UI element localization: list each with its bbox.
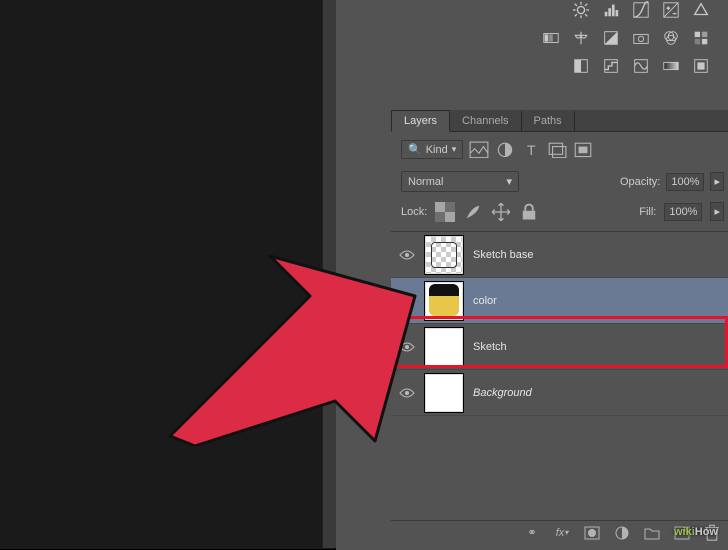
levels-icon[interactable] [600,0,622,20]
filter-smart-icon[interactable] [573,141,593,159]
blend-mode-select[interactable]: Normal ▾ [401,171,519,192]
folder-icon[interactable] [644,525,660,541]
balance-icon[interactable] [570,28,592,48]
watermark-pre: wiki [674,526,695,538]
lock-all-icon[interactable] [519,203,539,221]
panels: Layers Channels Paths 🔍 Kind ▾ T Normal [336,0,728,550]
tab-paths[interactable]: Paths [522,111,575,131]
layer-name[interactable]: Sketch [473,341,507,353]
posterize-icon[interactable] [600,56,622,76]
adjustment-icon[interactable] [614,525,630,541]
panel-tabs: Layers Channels Paths [391,110,728,132]
photo-filter-icon[interactable] [630,28,652,48]
filter-pixel-icon[interactable] [469,141,489,159]
hue-icon[interactable] [540,28,562,48]
filter-type-icon[interactable]: T [521,141,541,159]
canvas-area [0,0,336,550]
layer-name[interactable]: color [473,295,497,307]
layer-name[interactable]: Background [473,387,532,399]
mask-icon[interactable] [584,525,600,541]
filter-kind-dropdown[interactable]: 🔍 Kind ▾ [401,140,463,159]
layer-filter-row: 🔍 Kind ▾ T [391,132,728,167]
adjustments-panel [398,0,728,80]
visibility-icon[interactable] [399,339,415,355]
visibility-icon[interactable] [399,247,415,263]
lock-row: Lock: Fill: 100% ▸ [391,196,728,232]
vibrance-icon[interactable] [690,0,712,20]
opacity-stepper[interactable]: ▸ [710,172,724,191]
selective-color-icon[interactable] [690,56,712,76]
layer-row[interactable]: Sketch base [391,232,728,278]
blend-mode-value: Normal [408,176,443,188]
search-icon: 🔍 [408,143,422,156]
chevron-down-icon: ▾ [506,175,512,188]
layer-name[interactable]: Sketch base [473,249,534,261]
blend-row: Normal ▾ Opacity: 100% ▸ [391,167,728,196]
color-lookup-icon[interactable] [690,28,712,48]
layer-thumbnail[interactable] [425,328,463,366]
layer-thumbnail[interactable] [425,236,463,274]
layer-row[interactable]: Sketch [391,324,728,370]
lock-position-icon[interactable] [491,203,511,221]
threshold-icon[interactable] [630,56,652,76]
layer-row[interactable]: Background [391,370,728,416]
tab-layers[interactable]: Layers [391,110,450,132]
visibility-icon[interactable] [399,385,415,401]
filter-kind-label: Kind [426,144,448,156]
watermark: wikiHow [674,524,718,540]
exposure-icon[interactable] [660,0,682,20]
gradient-map-icon[interactable] [660,56,682,76]
layer-thumbnail[interactable] [425,374,463,412]
fill-label: Fill: [639,206,656,218]
chevron-down-icon: ▾ [452,144,457,155]
curves-icon[interactable] [630,0,652,20]
fill-value[interactable]: 100% [664,203,702,221]
app-frame: Layers Channels Paths 🔍 Kind ▾ T Normal [4,0,724,542]
filter-shape-icon[interactable] [547,141,567,159]
opacity-value[interactable]: 100% [666,173,704,191]
filter-adjust-icon[interactable] [495,141,515,159]
bw-icon[interactable] [600,28,622,48]
layer-list: Sketch base color Sketch Background [391,232,728,416]
lock-paint-icon[interactable] [463,203,483,221]
link-icon[interactable]: ⚭ [524,525,540,541]
fx-icon[interactable]: fx▾ [554,525,570,541]
channel-mixer-icon[interactable] [660,28,682,48]
invert-icon[interactable] [570,56,592,76]
layer-row-selected[interactable]: color [391,278,728,324]
watermark-post: How [695,526,718,538]
opacity-label: Opacity: [620,176,660,188]
lock-label: Lock: [401,206,427,218]
fill-stepper[interactable]: ▸ [710,202,724,221]
visibility-icon[interactable] [399,293,415,309]
tab-channels[interactable]: Channels [450,111,521,131]
layers-panel: Layers Channels Paths 🔍 Kind ▾ T Normal [391,110,728,550]
layer-thumbnail[interactable] [425,282,463,320]
brightness-icon[interactable] [570,0,592,20]
lock-transparent-icon[interactable] [435,203,455,221]
